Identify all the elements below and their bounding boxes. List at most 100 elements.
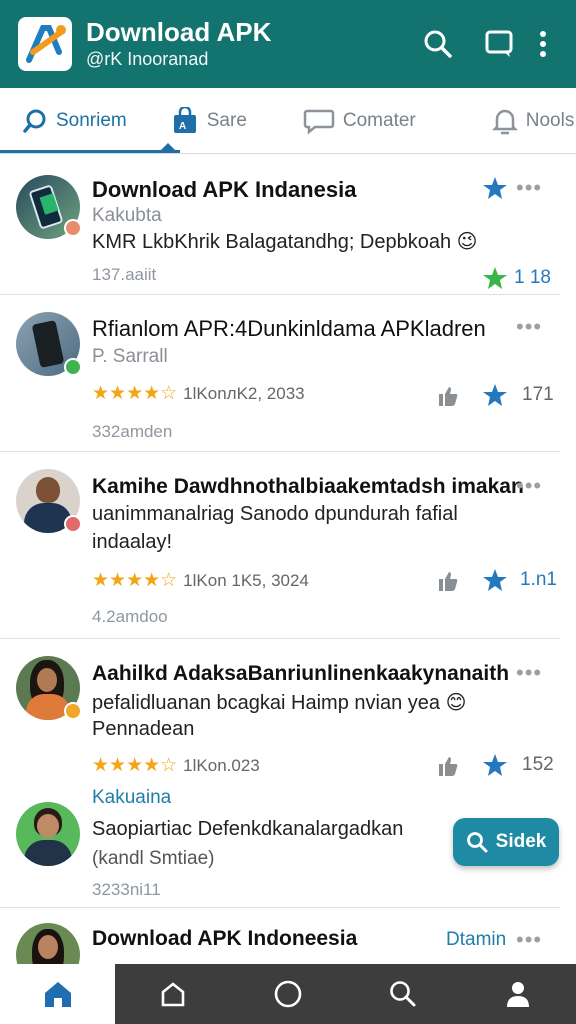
star-count: 1.n1 (520, 569, 557, 590)
feed-post[interactable]: Download APK Indoneesia Dtamin ••• (0, 909, 560, 964)
post-title: Kamihe Dawdhnothalbiaakemtadsh imakan (92, 475, 524, 498)
search-fab-button[interactable]: Sidek (453, 818, 559, 866)
post-author: P. Sarrall (92, 346, 168, 367)
shirt-image (26, 694, 70, 720)
more-icon[interactable]: ••• (516, 473, 542, 498)
face-image (37, 668, 57, 692)
thumbs-up-icon[interactable] (436, 569, 460, 593)
app-logo-icon (26, 25, 66, 63)
status-badge (64, 358, 82, 376)
nav-circle[interactable] (230, 964, 345, 1024)
post-meta: 4.2amdoo (92, 607, 168, 626)
active-tab-indicator (0, 150, 180, 153)
post-title: Saopiartiac Defenkdkanalargadkan (92, 818, 404, 840)
more-icon[interactable]: ••• (516, 927, 542, 952)
app-title: Download APK (86, 17, 272, 47)
tab-sonriem[interactable]: Sonriem (12, 88, 137, 154)
search-icon (466, 832, 488, 853)
star-icon: ★★★★☆ (92, 570, 178, 591)
avatar[interactable] (16, 802, 80, 866)
star-icon (483, 384, 507, 406)
tab-label: Sare (206, 109, 247, 131)
post-meta: 137.aaiit (92, 265, 157, 284)
thumbs-up-icon[interactable] (436, 754, 460, 778)
face-image (36, 477, 60, 503)
tab-label: Nools (525, 109, 575, 131)
post-link[interactable]: Dtamin (446, 929, 506, 951)
post-text: Pennadean (92, 718, 195, 740)
post-title: Aahilkd AdaksaBanriunlinenkaakynanaith (92, 662, 510, 685)
post-author: Kakubta (92, 205, 162, 226)
post-author: (kandl Smtiae) (92, 848, 215, 869)
suit-image (24, 840, 72, 866)
rating-text: 1lKonлK2, 2033 (183, 383, 305, 403)
tab-label: Sonriem (56, 109, 127, 131)
post-title: Rfianlom APR:4Dunkinldama APKladren (92, 316, 486, 341)
person-icon (507, 982, 530, 1007)
rating: ★★★★☆ 1lKonлK2, 2033 (92, 382, 305, 405)
tab-label: Comater (342, 109, 416, 131)
post-text: pefalidluanan bcagkai Haimp nvian yea 😊 (92, 692, 467, 714)
star-action[interactable]: 152 (482, 752, 554, 778)
bookmark-star-icon[interactable] (482, 175, 508, 201)
post-title: Download APK Indoneesia (92, 927, 358, 950)
nav-profile[interactable] (461, 964, 576, 1024)
face-image (37, 814, 59, 838)
thumbs-up-icon[interactable] (436, 384, 460, 408)
active-tab-notch (158, 143, 178, 153)
more-icon[interactable]: ••• (516, 175, 542, 200)
chat-icon[interactable] (476, 20, 524, 68)
rating: ★★★★☆ 1lKon.023 (92, 754, 260, 777)
fab-label: Sidek (495, 831, 547, 852)
star-action[interactable]: 171 (482, 382, 554, 408)
post-text: indaalay! (92, 531, 173, 553)
feed-post[interactable]: Aahilkd AdaksaBanriunlinenkaakynanaith p… (0, 640, 560, 780)
star-icon (483, 754, 507, 776)
search-icon[interactable] (414, 20, 462, 68)
nav-profile-home[interactable] (115, 964, 230, 1024)
star-icon (483, 569, 507, 591)
more-icon[interactable]: ••• (516, 314, 542, 339)
tab-nools[interactable]: Nools (482, 88, 576, 154)
svg-text:A: A (179, 121, 186, 132)
post-text: KMR LkbKhrik Balagatandhg; Depbkoah 😉 (92, 231, 478, 253)
star-count: 171 (522, 384, 554, 405)
search-icon (23, 109, 46, 133)
nav-search[interactable] (346, 964, 461, 1024)
status-badge (64, 219, 82, 237)
status-badge (64, 515, 82, 533)
status-badge (64, 702, 82, 720)
app-bar: Download APK @rK Inooranad (0, 0, 576, 88)
bag-icon: A (173, 106, 196, 133)
feed-post[interactable]: Kamihe Dawdhnothalbiaakemtadsh imakan ua… (0, 453, 560, 639)
rating: ★★★★☆ 1lKon 1K5, 3024 (92, 569, 309, 592)
like-count: 1 18 (514, 267, 551, 288)
face-image (38, 935, 58, 959)
tab-bar: Sonriem A Sare Comater Nools (0, 88, 576, 154)
star-count: 152 (522, 754, 554, 775)
tab-comater[interactable]: Comater (293, 88, 426, 154)
star-action[interactable]: 1.n1 (482, 567, 557, 593)
nav-home[interactable] (0, 964, 116, 1024)
app-subtitle: @rK Inooranad (86, 49, 209, 69)
app-logo[interactable] (18, 17, 72, 71)
like-action[interactable]: 1 18 (482, 265, 551, 291)
feed-post[interactable]: Download APK Indanesia Kakubta KMR LkbKh… (0, 157, 560, 295)
profile-home-icon (161, 982, 185, 1007)
circle-icon (274, 980, 302, 1008)
phone-image (31, 319, 65, 369)
bell-icon (491, 109, 518, 134)
comment-icon (303, 109, 335, 135)
rating-text: 1lKon 1K5, 3024 (183, 570, 309, 590)
feed-post[interactable]: Rfianlom APR:4Dunkinldama APKladren P. S… (0, 296, 560, 452)
more-vert-icon[interactable] (528, 20, 558, 68)
more-icon[interactable]: ••• (516, 660, 542, 685)
post-meta: 332amden (92, 422, 173, 441)
home-icon (44, 982, 71, 1007)
post-meta: 3233ni11 (92, 880, 161, 899)
star-icon (483, 267, 507, 289)
post-text: uanimmanalriag Sanodo dpundurah fafial (92, 503, 458, 525)
bottom-navigation (0, 964, 576, 1024)
post-title: Download APK Indanesia (92, 177, 357, 202)
avatar[interactable] (16, 923, 80, 964)
